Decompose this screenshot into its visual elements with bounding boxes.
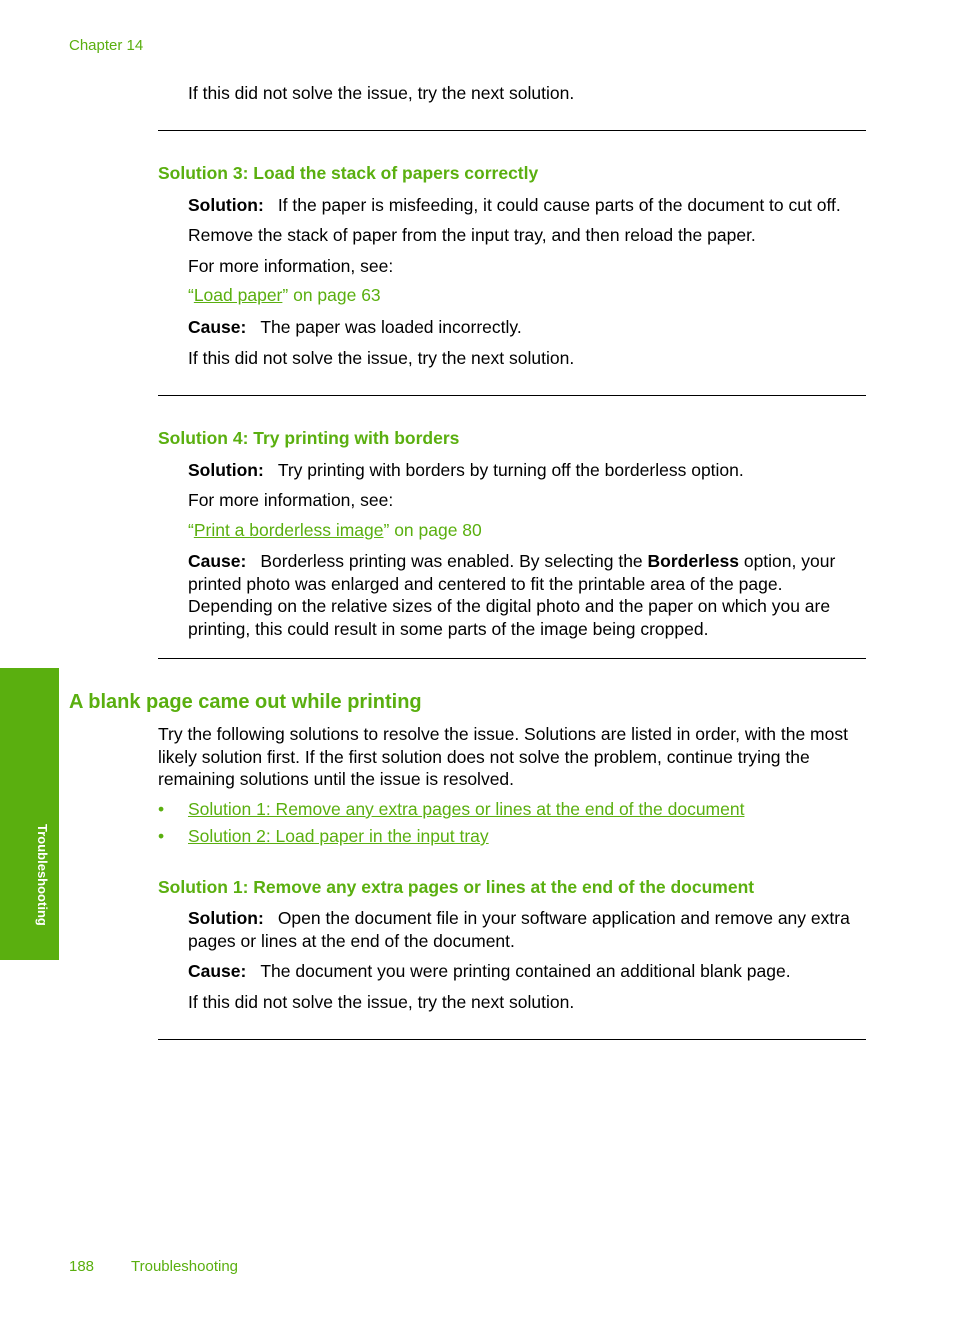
bullet-icon: • [158,799,165,819]
side-tab-label: Troubleshooting [35,824,50,926]
link-page-ref: ” on page 63 [282,285,381,305]
footer-section-title: Troubleshooting [131,1258,239,1275]
solution3-cause: Cause: The paper was loaded incorrectly. [188,316,868,339]
solution1-link[interactable]: Solution 1: Remove any extra pages or li… [188,799,744,819]
solution4-more-info: For more information, see: [188,490,394,510]
solution4-heading: Solution 4: Try printing with borders [158,428,460,448]
cause-text: The paper was loaded incorrectly. [260,317,522,337]
cause-label: Cause: [188,317,247,337]
link-page-ref: ” on page 80 [383,520,482,540]
blank-page-intro: Try the following solutions to resolve t… [158,724,848,789]
solution-label: Solution: [188,908,264,928]
blank-solution1-heading: Solution 1: Remove any extra pages or li… [158,877,755,897]
solution2-link[interactable]: Solution 2: Load paper in the input tray [188,826,489,846]
blank-page-heading: A blank page came out while printing [69,691,422,713]
solution4-cause: Cause: Borderless printing was enabled. B… [188,550,868,640]
next-solution-text: If this did not solve the issue, try the… [188,83,575,103]
divider [158,395,866,396]
solution4-link-line: “Print a borderless image” on page 80 [188,520,482,541]
blank-solution1-cause: Cause: The document you were printing con… [188,960,868,983]
solution3-more-info: For more information, see: [188,256,394,276]
solution3-next: If this did not solve the issue, try the… [188,348,575,368]
cause-text: Borderless printing was enabled. By sele… [260,551,648,571]
cause-label: Cause: [188,961,247,981]
solution-text: Try printing with borders by turning off… [277,460,744,480]
chapter-header: Chapter 14 [69,37,144,54]
solution-list-item: • Solution 1: Remove any extra pages or l… [158,799,744,820]
solution3-heading: Solution 3: Load the stack of papers cor… [158,163,539,183]
solution-list-item: • Solution 2: Load paper in the input tra… [158,826,489,847]
solution-text: If the paper is misfeeding, it could cau… [277,195,841,215]
divider [158,130,866,131]
page-number: 188 [69,1258,95,1275]
print-borderless-image-link[interactable]: Print a borderless image [194,520,384,540]
blank-solution1-next: If this did not solve the issue, try the… [188,992,575,1012]
section-side-tab: Troubleshooting [0,668,59,960]
solution3-step: Remove the stack of paper from the input… [188,225,756,245]
solution3-link-line: “Load paper” on page 63 [188,285,381,306]
divider [158,1039,866,1040]
divider [158,658,866,659]
solution3-solution: Solution: If the paper is misfeeding, it … [188,194,868,217]
solution-label: Solution: [188,460,264,480]
solution-text: Open the document file in your software … [188,908,850,951]
blank-solution1-solution: Solution: Open the document file in your … [188,907,868,952]
solution4-solution: Solution: Try printing with borders by tu… [188,459,868,482]
solution-label: Solution: [188,195,264,215]
cause-text: The document you were printing contained… [260,961,791,981]
load-paper-link[interactable]: Load paper [194,285,283,305]
bullet-icon: • [158,826,165,846]
cause-label: Cause: [188,551,247,571]
borderless-term: Borderless [647,551,739,571]
